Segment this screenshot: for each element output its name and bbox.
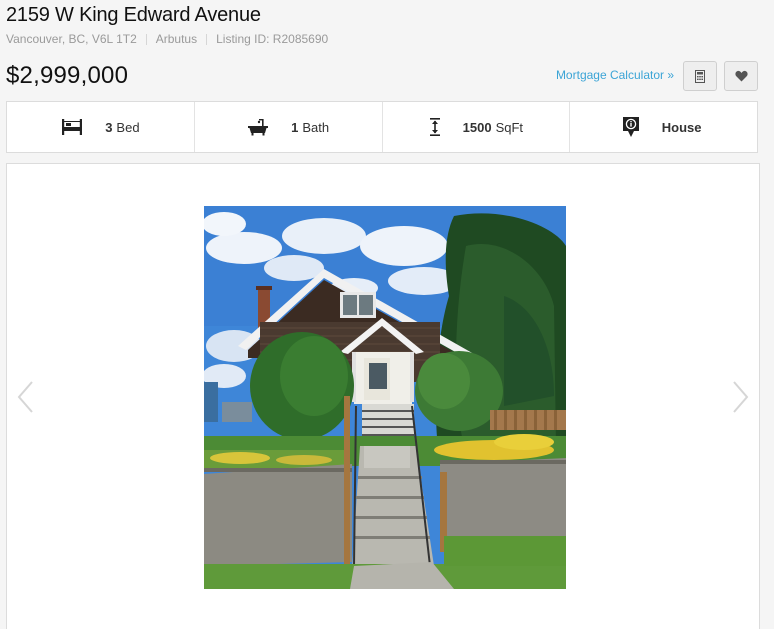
property-type: House — [661, 119, 702, 135]
beds-value: 3 — [105, 119, 113, 135]
heart-icon — [734, 70, 748, 82]
fact-beds: 3 Bed — [7, 102, 195, 152]
favorite-button[interactable] — [724, 61, 758, 91]
listing-facts-bar: 3 Bed 1 Bath 1500 SqFt House — [6, 101, 758, 153]
fact-type: House — [570, 102, 757, 152]
listing-subline: Vancouver, BC, V6L 1T2 Arbutus Listing I… — [6, 32, 328, 46]
gallery-next-button[interactable] — [731, 379, 751, 415]
area-height-icon — [429, 117, 441, 137]
fact-baths: 1 Bath — [195, 102, 383, 152]
chevron-right-icon — [733, 381, 749, 413]
calculator-button[interactable] — [683, 61, 717, 91]
area-unit: SqFt — [495, 119, 524, 135]
listing-id: Listing ID: R2085690 — [216, 32, 329, 46]
listing-title: 2159 W King Edward Avenue — [6, 4, 261, 26]
gallery-prev-button[interactable] — [15, 379, 35, 415]
baths-unit: Bath — [302, 119, 330, 135]
calculator-icon — [695, 69, 705, 83]
bed-icon — [61, 118, 83, 136]
chevron-left-icon — [17, 381, 33, 413]
listing-neighborhood: Arbutus — [155, 32, 198, 46]
divider — [145, 33, 147, 45]
area-value: 1500 — [462, 119, 492, 135]
bathtub-icon — [247, 118, 269, 136]
listing-location: Vancouver, BC, V6L 1T2 — [6, 32, 137, 46]
divider — [206, 33, 208, 45]
baths-value: 1 — [291, 119, 299, 135]
listing-price: $2,999,000 — [6, 62, 129, 89]
fact-area: 1500 SqFt — [383, 102, 571, 152]
info-pin-icon — [622, 116, 640, 138]
photo-gallery — [6, 163, 760, 629]
listing-photo[interactable] — [204, 206, 566, 589]
beds-unit: Bed — [116, 119, 140, 135]
mortgage-calculator-link[interactable]: Mortgage Calculator » — [556, 68, 674, 82]
